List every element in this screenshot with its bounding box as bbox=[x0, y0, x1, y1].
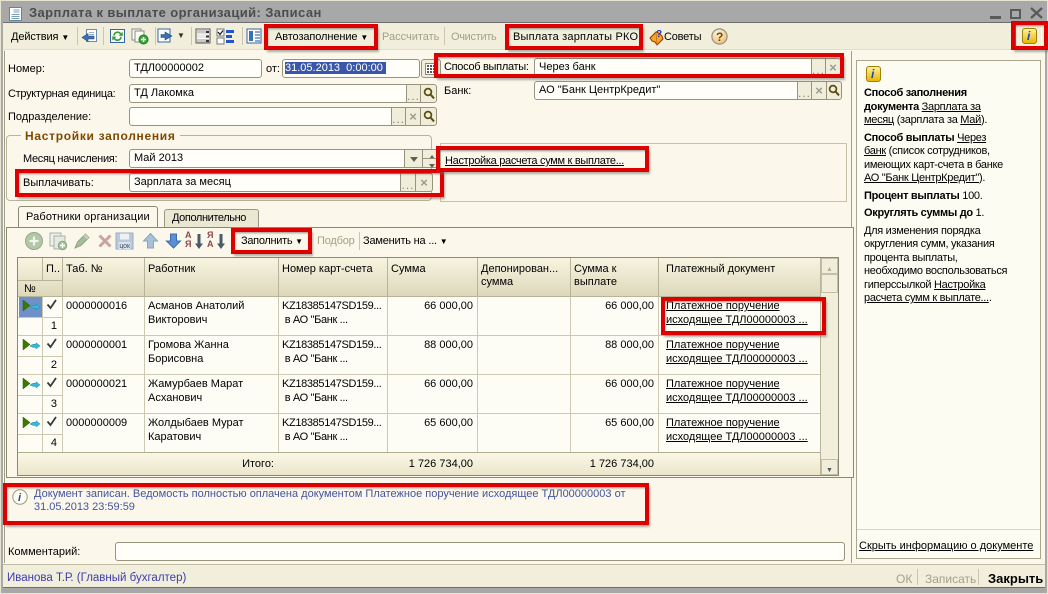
svg-text:?: ? bbox=[716, 30, 723, 44]
svg-text:ЦОК: ЦОК bbox=[120, 244, 132, 250]
svg-text:?: ? bbox=[656, 29, 662, 40]
